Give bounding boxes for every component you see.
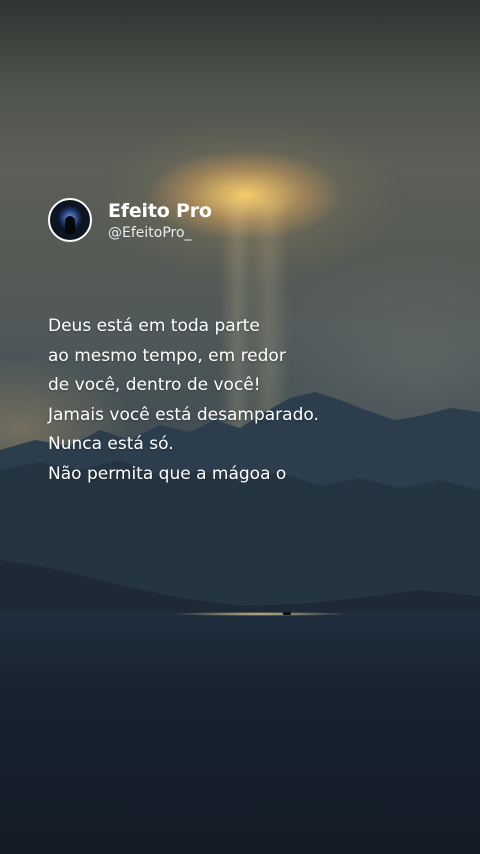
avatar	[48, 198, 92, 242]
quote-line: Nunca está só.	[48, 434, 174, 455]
boat	[283, 612, 291, 615]
quote-line: Deus está em toda parte	[48, 316, 260, 336]
quote-line: Jamais você está desamparado.	[48, 404, 319, 425]
profile-names: Efeito Pro @EfeitoPro_	[108, 199, 212, 242]
username-handle: @EfeitoPro_	[108, 224, 192, 241]
display-name: Efeito Pro	[108, 199, 212, 222]
quote-line: Não permita que a mágoa o	[48, 463, 287, 484]
quote-line: ao mesmo tempo, em redor	[48, 345, 286, 366]
sea	[0, 612, 480, 854]
sun-glint	[170, 612, 350, 616]
quote-text: Deus está em toda parte ao mesmo tempo, …	[48, 312, 319, 490]
avatar-figure	[65, 216, 75, 234]
post-header: Efeito Pro @EfeitoPro_	[48, 198, 212, 242]
quote-line: de você, dentro de você!	[48, 375, 261, 396]
